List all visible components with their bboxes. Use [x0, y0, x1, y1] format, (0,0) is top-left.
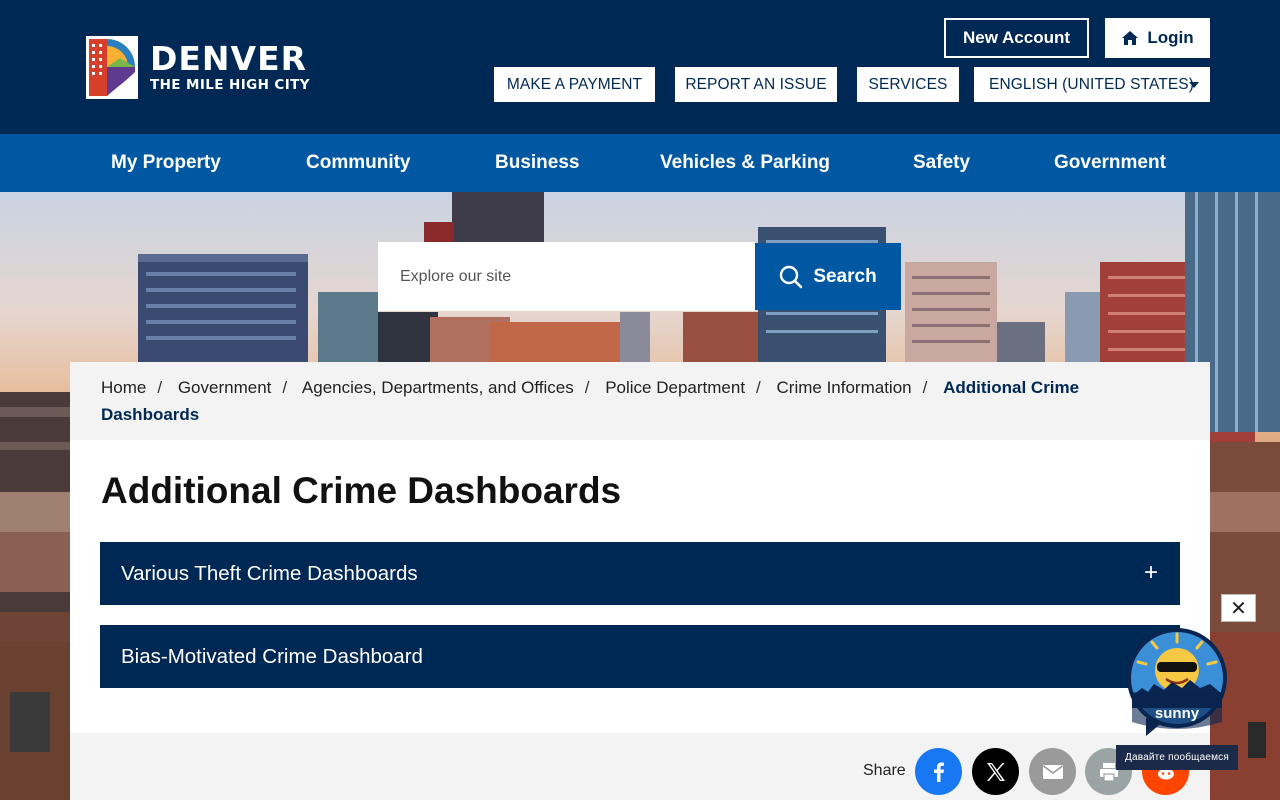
site-header: DENVER THE MILE HIGH CITY New Account Lo…	[0, 0, 1280, 134]
share-bar: Share	[70, 733, 1210, 800]
accordion-label: Various Theft Crime Dashboards	[121, 561, 418, 585]
x-share-button[interactable]	[972, 748, 1019, 795]
make-payment-button[interactable]: MAKE A PAYMENT	[494, 67, 655, 102]
denver-logo[interactable]: DENVER THE MILE HIGH CITY	[86, 36, 310, 99]
nav-item-safety[interactable]: Safety	[913, 134, 970, 192]
login-button[interactable]: Login	[1105, 18, 1210, 58]
nav-item-my-property[interactable]: My Property	[111, 134, 221, 192]
denver-logo-mark-icon	[86, 36, 138, 99]
plus-icon: +	[1143, 559, 1158, 586]
main-nav: My Property Community Business Vehicles …	[0, 134, 1280, 192]
chat-tagline: Давайте пообщаемся	[1116, 745, 1238, 770]
share-label: Share	[863, 762, 906, 779]
page-title: Additional Crime Dashboards	[101, 470, 622, 511]
nav-item-business[interactable]: Business	[495, 134, 579, 192]
logo-title: DENVER	[150, 38, 308, 78]
breadcrumb-government[interactable]: Government	[178, 378, 272, 397]
home-icon	[1122, 31, 1139, 45]
main-content: Additional Crime Dashboards Various Thef…	[70, 440, 1210, 733]
email-icon	[1042, 764, 1063, 779]
nav-item-community[interactable]: Community	[306, 134, 411, 192]
sunny-chatbot-avatar[interactable]: sunny	[1124, 626, 1230, 746]
facebook-share-button[interactable]	[915, 748, 962, 795]
nav-item-government[interactable]: Government	[1054, 134, 1166, 192]
search-input[interactable]	[400, 267, 740, 286]
breadcrumb: Home / Government / Agencies, Departments,…	[70, 362, 1210, 440]
search-icon	[780, 265, 803, 288]
accordion-bias-motivated-dashboard[interactable]: Bias-Motivated Crime Dashboard	[100, 625, 1180, 688]
breadcrumb-agencies[interactable]: Agencies, Departments, and Offices	[302, 378, 574, 397]
facebook-icon	[933, 762, 944, 782]
language-select[interactable]: ENGLISH (UNITED STATES)	[974, 67, 1210, 102]
search-button[interactable]: Search	[755, 243, 901, 310]
x-icon	[986, 762, 1005, 781]
logo-subtitle: THE MILE HIGH CITY	[150, 76, 310, 93]
services-button[interactable]: SERVICES	[857, 67, 959, 102]
breadcrumb-crime-information[interactable]: Crime Information	[777, 378, 912, 397]
site-search-box	[378, 242, 755, 311]
report-issue-button[interactable]: REPORT AN ISSUE	[675, 67, 837, 102]
new-account-button[interactable]: New Account	[944, 18, 1089, 58]
accordion-label: Bias-Motivated Crime Dashboard	[121, 644, 423, 668]
nav-item-vehicles-parking[interactable]: Vehicles & Parking	[660, 134, 830, 192]
language-select-value: ENGLISH (UNITED STATES)	[989, 75, 1194, 93]
accordion-theft-dashboards[interactable]: Various Theft Crime Dashboards +	[100, 542, 1180, 605]
sunny-name: sunny	[1155, 705, 1200, 722]
email-share-button[interactable]	[1029, 748, 1076, 795]
breadcrumb-police-department[interactable]: Police Department	[605, 378, 745, 397]
chat-close-button[interactable]: ✕	[1221, 594, 1256, 622]
breadcrumb-home[interactable]: Home	[101, 378, 146, 397]
caret-down-icon	[1189, 82, 1199, 88]
login-label: Login	[1147, 28, 1194, 47]
search-button-label: Search	[813, 265, 877, 287]
